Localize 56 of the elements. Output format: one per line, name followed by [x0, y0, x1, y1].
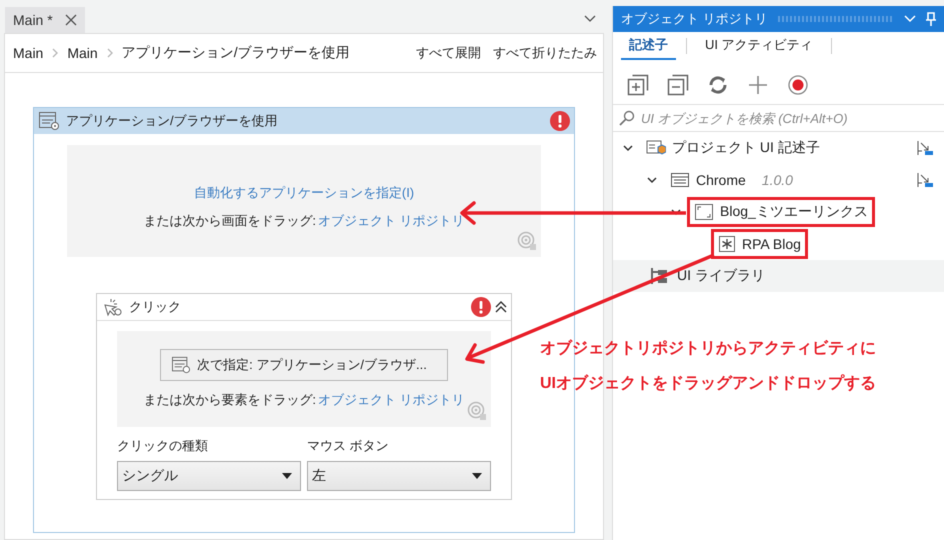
close-icon[interactable]	[64, 14, 77, 26]
field-label: クリックの種類	[117, 437, 209, 455]
document-tab[interactable]: Main *	[5, 7, 85, 33]
toolbar-link[interactable]: すべて折りたたみ	[493, 44, 597, 62]
window-icon	[670, 171, 690, 189]
chevron-down-icon[interactable]	[647, 175, 657, 185]
record-icon[interactable]	[787, 74, 809, 96]
drag-hint: または次から要素をドラッグ:	[143, 391, 316, 409]
version-label: 1.0.0	[762, 172, 793, 188]
breadcrumb-item[interactable]: アプリケーション/ブラウザーを使用	[122, 44, 350, 62]
tree-row[interactable]: UI ライブラリ	[613, 260, 944, 292]
breadcrumb-item[interactable]: Main	[13, 45, 44, 61]
collapse-all-icon[interactable]	[667, 74, 689, 96]
chevron-down-icon[interactable]	[584, 15, 596, 23]
drag-hint: または次から画面をドラッグ:	[143, 212, 316, 230]
tab[interactable]: UI アクティビティ	[697, 32, 821, 60]
collapse-icon[interactable]	[495, 300, 507, 314]
refresh-icon[interactable]	[707, 74, 729, 96]
app-browser-icon	[171, 356, 192, 374]
tree-item-label[interactable]: プロジェクト UI 記述子	[672, 139, 820, 157]
caret-icon	[472, 473, 482, 479]
repository-link[interactable]: オブジェクト リポジトリ	[318, 391, 465, 409]
link-arrow-icon[interactable]	[916, 139, 934, 157]
app-browser-icon	[38, 111, 60, 131]
dropdown[interactable]: シングル	[117, 461, 301, 491]
screen-icon	[694, 203, 714, 221]
activity-title: アプリケーション/ブラウザーを使用	[66, 112, 278, 130]
dropdown[interactable]: 左	[307, 461, 491, 491]
tree-item-label[interactable]: Chrome	[696, 172, 746, 188]
tree-item-label[interactable]: Blog_ミツエーリンクス	[720, 203, 868, 221]
breadcrumb-item[interactable]: Main	[67, 45, 98, 61]
tree-item-label[interactable]: RPA Blog	[742, 236, 801, 252]
annotation-text: オブジェクトリポジトリからアクティビティに	[540, 338, 876, 359]
chevron-down-icon[interactable]	[623, 143, 633, 153]
field-label: マウス ボタン	[307, 437, 390, 455]
tab[interactable]: 記述子	[621, 32, 676, 60]
panel-title: オブジェクト リポジトリ	[621, 10, 768, 28]
annotation-text: UIオブジェクトをドラッグアンドドロップする	[540, 373, 876, 394]
chevron-right-icon	[51, 48, 60, 58]
search-icon	[619, 110, 635, 126]
activity-title: クリック	[129, 298, 181, 316]
tree-item-label[interactable]: UI ライブラリ	[677, 267, 765, 285]
target-link[interactable]: 自動化するアプリケーションを指定(I)	[194, 184, 414, 202]
folder-icon	[646, 139, 666, 157]
link-arrow-icon[interactable]	[916, 171, 934, 189]
pin-icon[interactable]	[926, 12, 936, 26]
expand-all-icon[interactable]	[627, 74, 649, 96]
repository-link[interactable]: オブジェクト リポジトリ	[318, 212, 465, 230]
library-icon	[649, 267, 669, 285]
toolbar-link[interactable]: すべて展開	[416, 44, 481, 62]
target-button[interactable]: 次で指定: アプリケーション/ブラウザ...	[160, 349, 448, 381]
chevron-right-icon	[106, 48, 114, 58]
asterisk-icon	[718, 235, 736, 253]
search-field[interactable]: UI オブジェクトを検索 (Ctrl+Alt+O)	[641, 110, 938, 126]
caret-icon	[282, 473, 292, 479]
plus-icon[interactable]	[747, 74, 769, 96]
